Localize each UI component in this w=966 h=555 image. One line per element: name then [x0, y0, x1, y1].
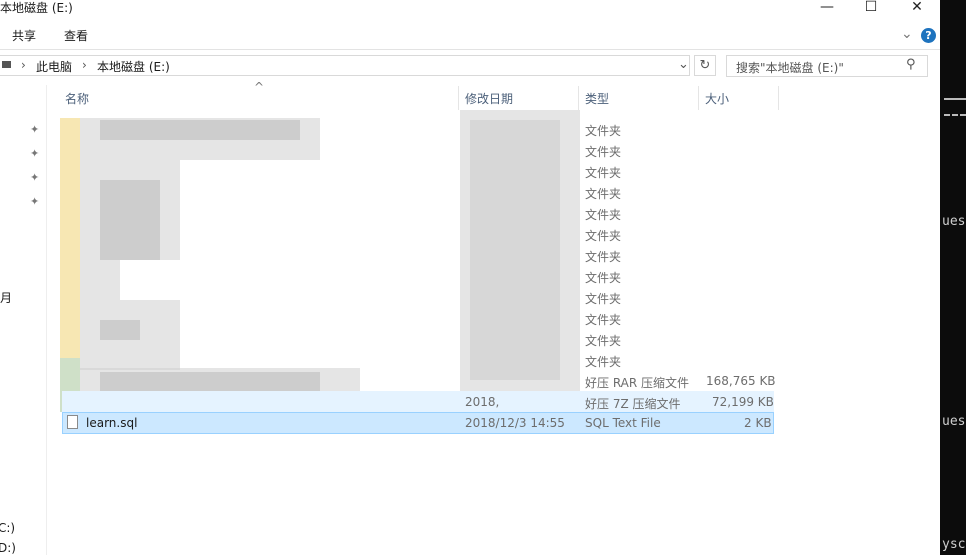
ribbon-tab-view[interactable]: 查看 — [64, 27, 88, 44]
row-type: 文件夹 — [585, 229, 622, 243]
breadcrumb-separator-icon: › — [21, 58, 26, 72]
column-header-size[interactable]: 大小 — [705, 90, 729, 107]
row-size: 2 KB — [744, 416, 772, 430]
column-header-type[interactable]: 类型 — [585, 90, 609, 107]
row-type: 文件夹 — [585, 166, 622, 180]
column-header-date[interactable]: 修改日期 — [465, 90, 513, 107]
row-date: 2018/12/3 14:55 — [465, 416, 565, 430]
terminal-text: ues — [942, 414, 966, 429]
column-resize-handle[interactable] — [698, 86, 699, 110]
terminal-rule — [944, 114, 966, 116]
row-type: 文件夹 — [585, 124, 622, 138]
row-date: 2018, — [465, 395, 500, 409]
pin-icon: ✦ — [30, 147, 40, 160]
pc-icon — [2, 61, 11, 68]
nav-drive-c[interactable]: C:) — [0, 521, 15, 535]
row-type: 文件夹 — [585, 313, 622, 327]
pin-icon: ✦ — [30, 195, 40, 208]
pin-icon: ✦ — [30, 123, 40, 136]
redacted-dates — [470, 120, 560, 380]
window-title: 本地磁盘 (E:) — [0, 1, 73, 15]
background-terminal[interactable] — [940, 0, 966, 555]
terminal-text: ysc — [942, 537, 966, 552]
ribbon-tab-share[interactable]: 共享 — [12, 27, 36, 44]
redacted-names — [100, 180, 160, 260]
table-row-selected[interactable] — [62, 412, 774, 434]
breadcrumb-this-pc[interactable]: 此电脑 — [36, 58, 72, 75]
redacted-names — [100, 320, 140, 340]
close-button[interactable]: ✕ — [894, 0, 940, 16]
search-icon[interactable]: ⚲ — [906, 57, 916, 72]
maximize-button[interactable]: ☐ — [848, 0, 894, 16]
redacted-names — [100, 120, 300, 140]
breadcrumb-local-disk[interactable]: 本地磁盘 (E:) — [97, 58, 170, 75]
nav-pane-divider[interactable] — [46, 85, 47, 555]
row-type: 文件夹 — [585, 292, 622, 306]
row-type: 好压 7Z 压缩文件 — [585, 397, 681, 411]
row-type: 文件夹 — [585, 355, 622, 369]
row-type: 文件夹 — [585, 334, 622, 348]
terminal-text: ues — [942, 214, 966, 229]
redacted-names — [80, 260, 120, 300]
search-placeholder: 搜索"本地磁盘 (E:)" — [736, 61, 844, 75]
redacted-names — [100, 372, 320, 392]
column-resize-handle[interactable] — [578, 86, 579, 110]
row-type: 文件夹 — [585, 187, 622, 201]
row-size: 168,765 KB — [706, 374, 776, 388]
row-type: 文件夹 — [585, 208, 622, 222]
column-resize-handle[interactable] — [458, 86, 459, 110]
breadcrumb-separator-icon: › — [82, 58, 87, 72]
row-type: SQL Text File — [585, 416, 661, 430]
column-resize-handle[interactable] — [778, 86, 779, 110]
file-icon — [67, 415, 78, 429]
row-type: 文件夹 — [585, 145, 622, 159]
ribbon-divider — [0, 49, 940, 50]
sort-indicator-icon: ^ — [254, 80, 265, 94]
row-size: 72,199 KB — [712, 395, 774, 409]
row-type: 文件夹 — [585, 250, 622, 264]
row-type: 好压 RAR 压缩文件 — [585, 376, 690, 390]
ribbon-expand-icon[interactable]: ⌄ — [901, 26, 913, 42]
row-name[interactable]: learn.sql — [86, 416, 137, 430]
nav-item-label[interactable]: 月 — [0, 289, 12, 306]
column-header-name[interactable]: 名称 — [65, 90, 89, 107]
pin-icon: ✦ — [30, 171, 40, 184]
terminal-rule — [944, 98, 966, 100]
help-icon[interactable]: ? — [921, 28, 936, 43]
minimize-button[interactable]: — — [804, 0, 850, 16]
address-dropdown-icon[interactable]: ⌄ — [678, 57, 689, 72]
nav-drive-d[interactable]: D:) — [0, 541, 16, 555]
folder-icons-strip — [60, 118, 80, 358]
refresh-button[interactable]: ↻ — [694, 55, 716, 76]
row-type: 文件夹 — [585, 271, 622, 285]
